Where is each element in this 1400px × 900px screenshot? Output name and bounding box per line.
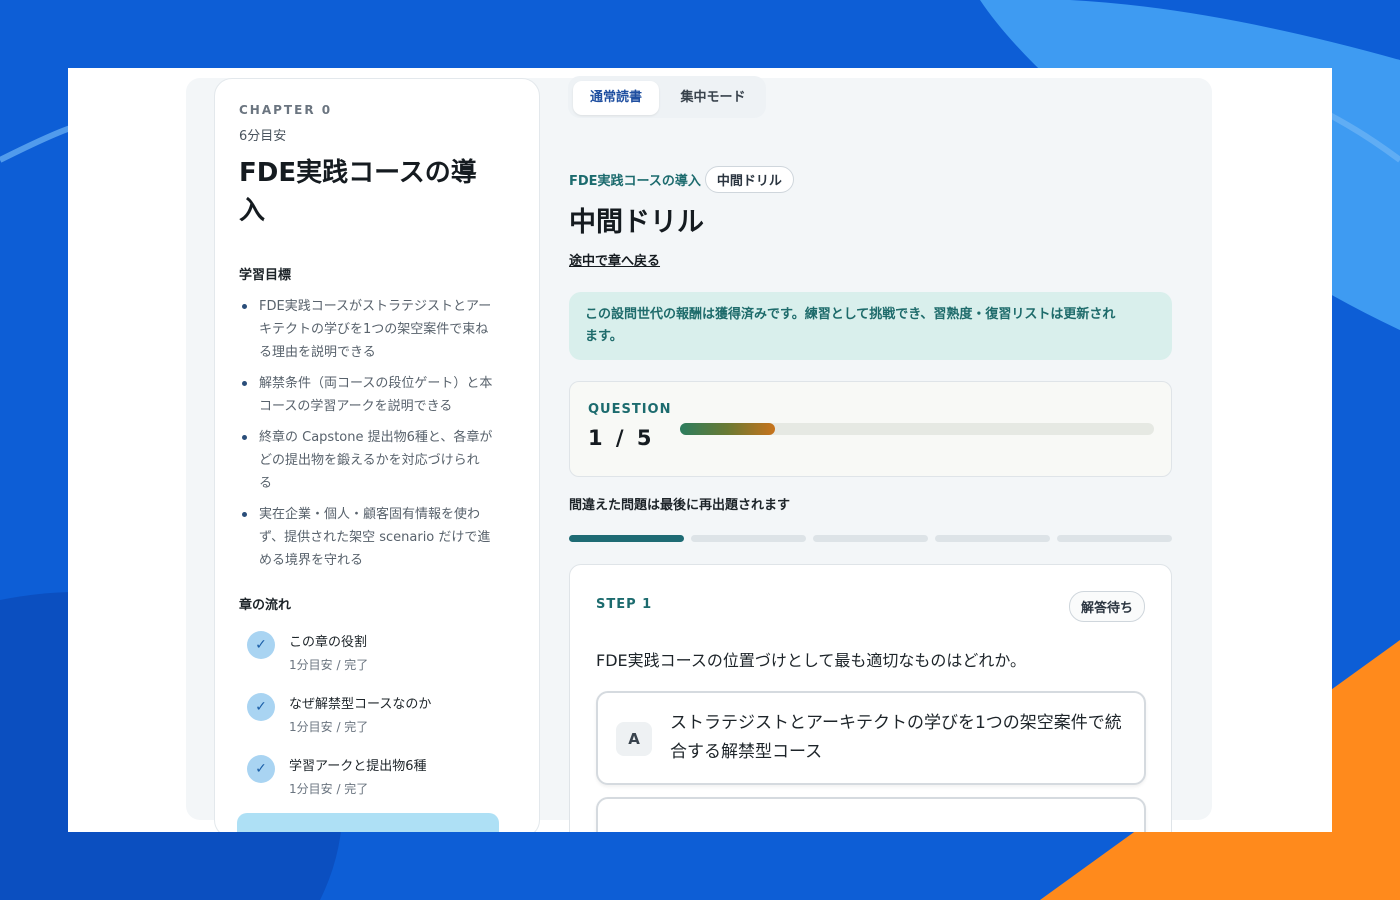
answer-option-next[interactable] (596, 797, 1146, 832)
bullet-icon (242, 512, 247, 517)
flow-item-status: 1分目安 / 完了 (289, 782, 369, 796)
flow-item-title: この章の役割 (289, 635, 368, 650)
goal-line: 終章の Capstone 提出物6種と、各章が (259, 430, 493, 445)
flow-heading: 章の流れ (239, 598, 292, 613)
check-icon: ✓ (247, 693, 275, 721)
page-title: 中間ドリル (569, 207, 704, 238)
answer-option-a[interactable]: A ストラテジストとアーキテクトの学びを1つの架空案件で統 合する解禁型コース (596, 691, 1146, 785)
step-segment (691, 535, 806, 542)
progress-bar-fill (680, 423, 775, 435)
tab-normal-reading[interactable]: 通常読書 (573, 81, 659, 115)
step-segment (813, 535, 928, 542)
step-label: STEP 1 (596, 597, 653, 612)
chapter-label: CHAPTER 0 (239, 103, 333, 117)
goal-item: 実在企業・個人・顧客固有情報を使わ ず、提供された架空 scenario だけで… (239, 503, 515, 572)
goal-item: 解禁条件（両コースの段位ゲート）と本 コースの学習アークを説明できる (239, 372, 515, 418)
goal-line: ず、提供された架空 scenario だけで進 (259, 530, 491, 545)
flow-item-current[interactable] (237, 813, 499, 832)
question-label: QUESTION (588, 402, 672, 417)
goal-item: FDE実践コースがストラテジストとアー キテクトの学びを1つの架空案件で束ね る… (239, 295, 515, 364)
goal-line: キテクトの学びを1つの架空案件で束ね (259, 322, 489, 337)
chapter-title-line: 入 (239, 196, 266, 226)
goal-line: FDE実践コースがストラテジストとアー (259, 299, 492, 314)
progress-bar (680, 423, 1154, 435)
goal-line: どの提出物を鍛えるかを対応づけられ (259, 453, 480, 468)
goals-list: FDE実践コースがストラテジストとアー キテクトの学びを1つの架空案件で束ね る… (239, 295, 515, 572)
flow-item[interactable]: ✓ この章の役割 1分目安 / 完了 (239, 629, 515, 691)
breadcrumb-course-link[interactable]: FDE実践コースの導入 (569, 170, 701, 189)
breadcrumb-badge: 中間ドリル (704, 165, 794, 193)
flow-item-title: なぜ解禁型コースなのか (289, 697, 432, 712)
step-segment (1057, 535, 1172, 542)
status-badge: 解答待ち (1068, 591, 1145, 622)
retry-note: 間違えた問題は最後に再出題されます (569, 498, 791, 513)
step-segments (569, 535, 1172, 542)
flow-item-status: 1分目安 / 完了 (289, 720, 369, 734)
reading-mode-tabs: 通常読書 集中モード (568, 76, 766, 118)
chapter-title: FDE実践コースの導 入 (239, 154, 515, 230)
goal-line: る (259, 476, 273, 491)
flow-item-title: 学習アークと提出物6種 (289, 759, 427, 774)
goal-line: る理由を説明できる (259, 345, 376, 360)
option-key: A (616, 722, 652, 756)
tab-focus-mode[interactable]: 集中モード (665, 81, 761, 115)
breadcrumb: FDE実践コースの導入 中間ドリル (569, 164, 794, 194)
option-text-line: ストラテジストとアーキテクトの学びを1つの架空案件で統 (670, 713, 1122, 733)
goal-line: 実在企業・個人・顧客固有情報を使わ (259, 507, 481, 522)
flow-item-status: 1分目安 / 完了 (289, 658, 369, 672)
screenshot-frame: CHAPTER 0 6分目安 FDE実践コースの導 入 学習目標 FDE実践コー… (68, 68, 1332, 832)
back-to-chapter-link[interactable]: 途中で章へ戻る (569, 250, 660, 269)
notice-line: ます。 (585, 329, 623, 344)
goal-line: 解禁条件（両コースの段位ゲート）と本 (259, 376, 493, 391)
flow-list: ✓ この章の役割 1分目安 / 完了 ✓ なぜ解禁型コースなのか 1分目安 / … (239, 629, 515, 815)
goal-line: コースの学習アークを説明できる (259, 399, 453, 414)
chapter-time: 6分目安 (239, 129, 287, 144)
flow-item[interactable]: ✓ なぜ解禁型コースなのか 1分目安 / 完了 (239, 691, 515, 753)
step-segment (935, 535, 1050, 542)
notice-line: この設問世代の報酬は獲得済みです。練習として挑戦でき、習熟度・復習リストは更新さ… (585, 307, 1116, 322)
bullet-icon (242, 304, 247, 309)
chapter-panel: CHAPTER 0 6分目安 FDE実践コースの導 入 学習目標 FDE実践コー… (214, 78, 540, 832)
chapter-title-line: FDE実践コースの導 (239, 158, 477, 188)
bullet-icon (242, 381, 247, 386)
question-text: FDE実践コースの位置づけとして最も適切なものはどれか。 (596, 651, 1027, 670)
step-segment (569, 535, 684, 542)
reward-notice: この設問世代の報酬は獲得済みです。練習として挑戦でき、習熟度・復習リストは更新さ… (569, 292, 1172, 360)
flow-item[interactable]: ✓ 学習アークと提出物6種 1分目安 / 完了 (239, 753, 515, 815)
check-icon: ✓ (247, 755, 275, 783)
option-text: ストラテジストとアーキテクトの学びを1つの架空案件で統 合する解禁型コース (670, 709, 1128, 767)
goal-item: 終章の Capstone 提出物6種と、各章が どの提出物を鍛えるかを対応づけら… (239, 426, 515, 495)
goals-heading: 学習目標 (239, 268, 292, 283)
bullet-icon (242, 435, 247, 440)
goal-line: める境界を守れる (259, 553, 364, 568)
question-card: STEP 1 解答待ち FDE実践コースの位置づけとして最も適切なものはどれか。… (569, 564, 1172, 832)
question-count: 1 / 5 (588, 426, 652, 450)
question-progress: QUESTION 1 / 5 (569, 381, 1172, 477)
option-text-line: 合する解禁型コース (670, 742, 823, 762)
check-icon: ✓ (247, 631, 275, 659)
